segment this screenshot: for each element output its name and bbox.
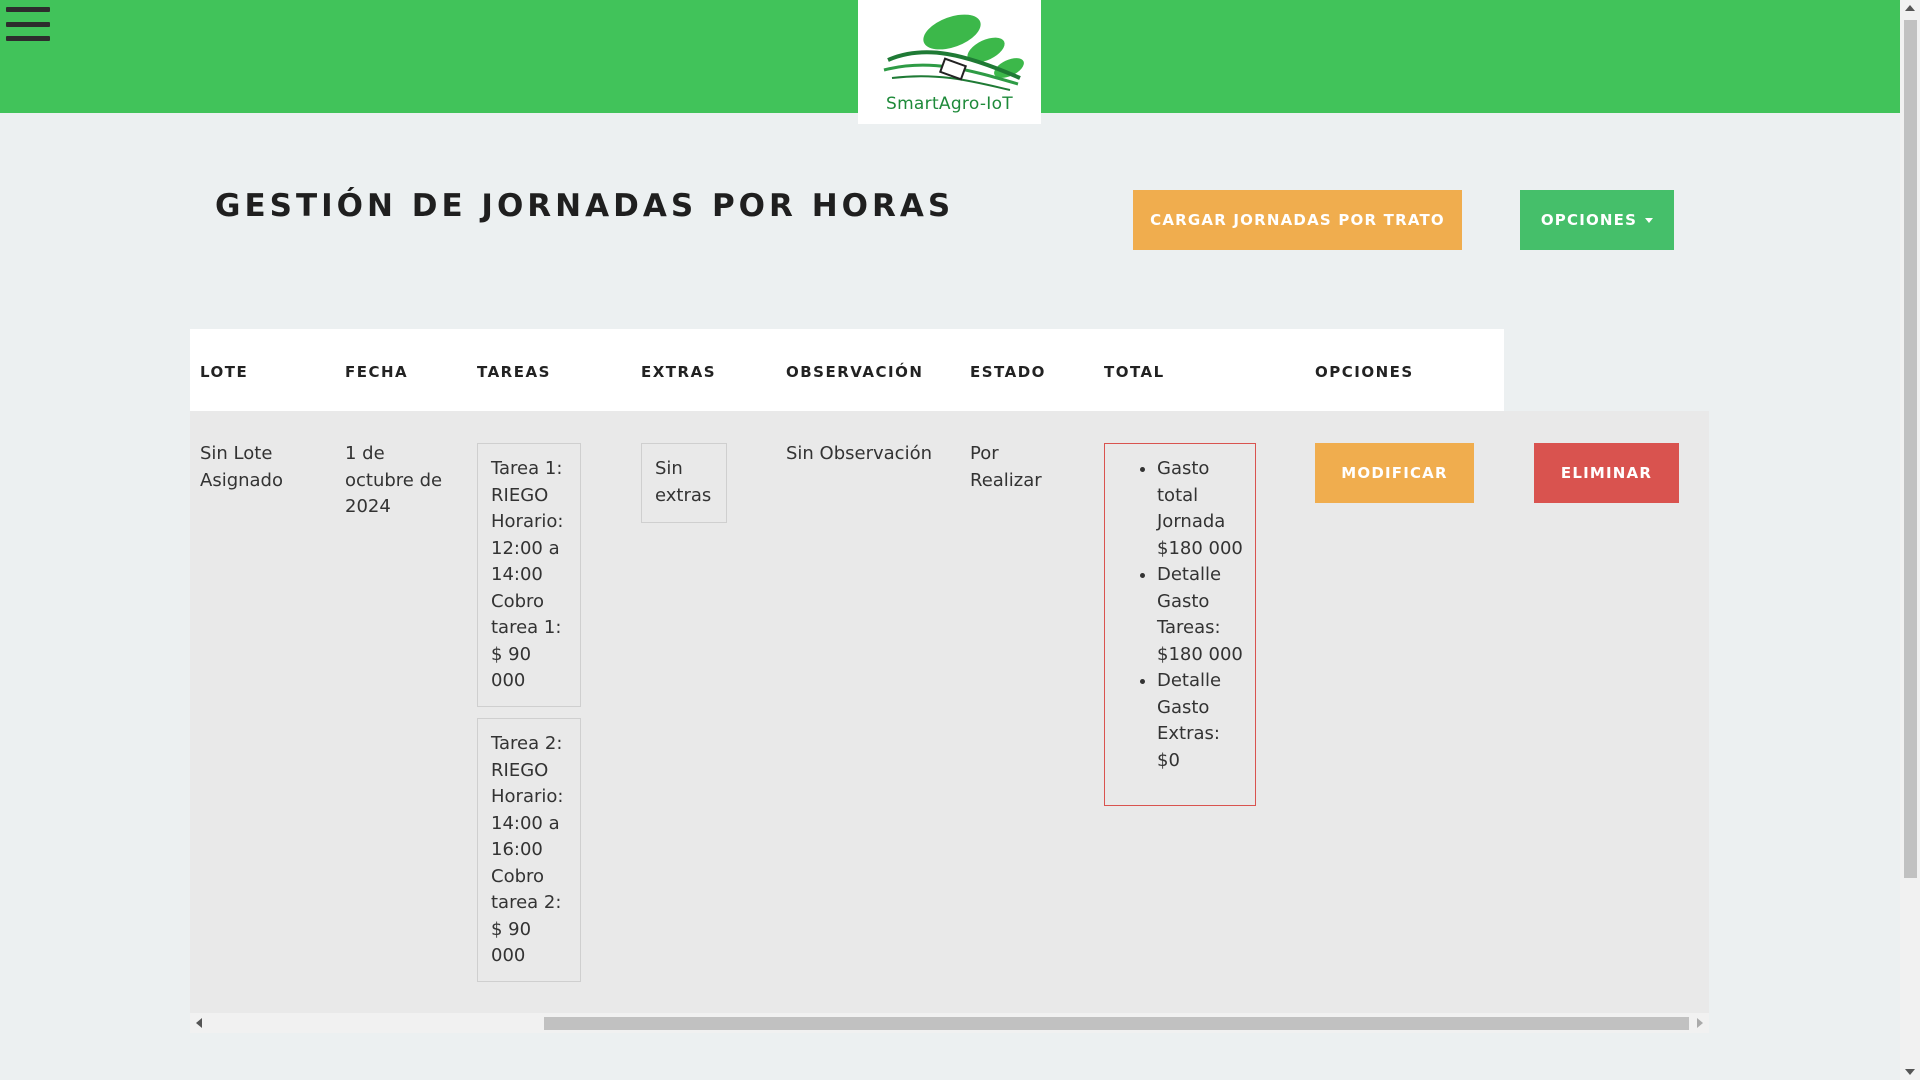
header-estado: ESTADO xyxy=(970,363,1046,381)
total-list: Gasto total Jornada $180 000 Detalle Gas… xyxy=(1115,456,1243,774)
cell-fecha: 1 de octubre de 2024 xyxy=(345,443,443,517)
horizontal-scroll-thumb[interactable] xyxy=(544,1017,1689,1030)
modify-button[interactable]: MODIFICAR xyxy=(1315,443,1474,503)
total-tareas: Detalle Gasto Tareas: $180 000 xyxy=(1157,562,1243,668)
brand-name: SmartAgro-IoT xyxy=(885,94,1013,114)
header-lote: LOTE xyxy=(200,363,249,381)
header-opciones: OPCIONES xyxy=(1315,363,1414,381)
jornadas-table: LOTE FECHA TAREAS EXTRAS OBSERVACIÓN EST… xyxy=(190,329,1709,1013)
options-dropdown-button[interactable]: OPCIONES xyxy=(1520,190,1674,250)
total-summary-box: Gasto total Jornada $180 000 Detalle Gas… xyxy=(1104,443,1256,806)
logo[interactable]: SmartAgro-IoT xyxy=(858,0,1041,124)
leaves-logo-icon xyxy=(883,14,1024,91)
page-title: GESTIÓN DE JORNADAS POR HORAS xyxy=(215,188,955,224)
cell-extras: Sin extras xyxy=(641,443,727,523)
options-button-label: OPCIONES xyxy=(1540,211,1638,229)
task-card-1: Tarea 1: RIEGO Horario: 12:00 a 14:00 Co… xyxy=(477,443,581,707)
vertical-scroll-thumb[interactable] xyxy=(1904,20,1917,878)
scroll-left-icon[interactable] xyxy=(196,1018,202,1028)
caret-down-icon xyxy=(1645,217,1654,223)
scroll-up-icon[interactable] xyxy=(1905,5,1915,11)
cell-observacion: Sin Observación xyxy=(786,443,933,464)
horizontal-scrollbar[interactable] xyxy=(190,1013,1709,1033)
header-observacion: OBSERVACIÓN xyxy=(786,363,924,381)
cell-estado: Por Realizar xyxy=(970,443,1042,491)
table-row: Sin Lote Asignado 1 de octubre de 2024 T… xyxy=(190,411,1709,1013)
scroll-right-icon[interactable] xyxy=(1697,1018,1703,1028)
top-bar: SmartAgro-IoT xyxy=(0,0,1900,124)
task-card-2: Tarea 2: RIEGO Horario: 14:00 a 16:00 Co… xyxy=(477,718,581,982)
vertical-scrollbar[interactable] xyxy=(1900,0,1920,1080)
total-extras: Detalle Gasto Extras: $0 xyxy=(1157,668,1243,774)
load-by-deal-button[interactable]: CARGAR JORNADAS POR TRATO xyxy=(1133,190,1462,250)
hamburger-menu-icon[interactable] xyxy=(6,7,50,41)
header-extras: EXTRAS xyxy=(641,363,717,381)
header-total: TOTAL xyxy=(1104,363,1165,381)
total-jornada: Gasto total Jornada $180 000 xyxy=(1157,456,1243,562)
table-header: LOTE FECHA TAREAS EXTRAS OBSERVACIÓN EST… xyxy=(190,329,1504,411)
scroll-down-icon[interactable] xyxy=(1905,1069,1915,1075)
header-tareas: TAREAS xyxy=(477,363,551,381)
cell-lote: Sin Lote Asignado xyxy=(200,443,283,491)
header-fecha: FECHA xyxy=(345,363,409,381)
delete-button[interactable]: ELIMINAR xyxy=(1534,443,1679,503)
